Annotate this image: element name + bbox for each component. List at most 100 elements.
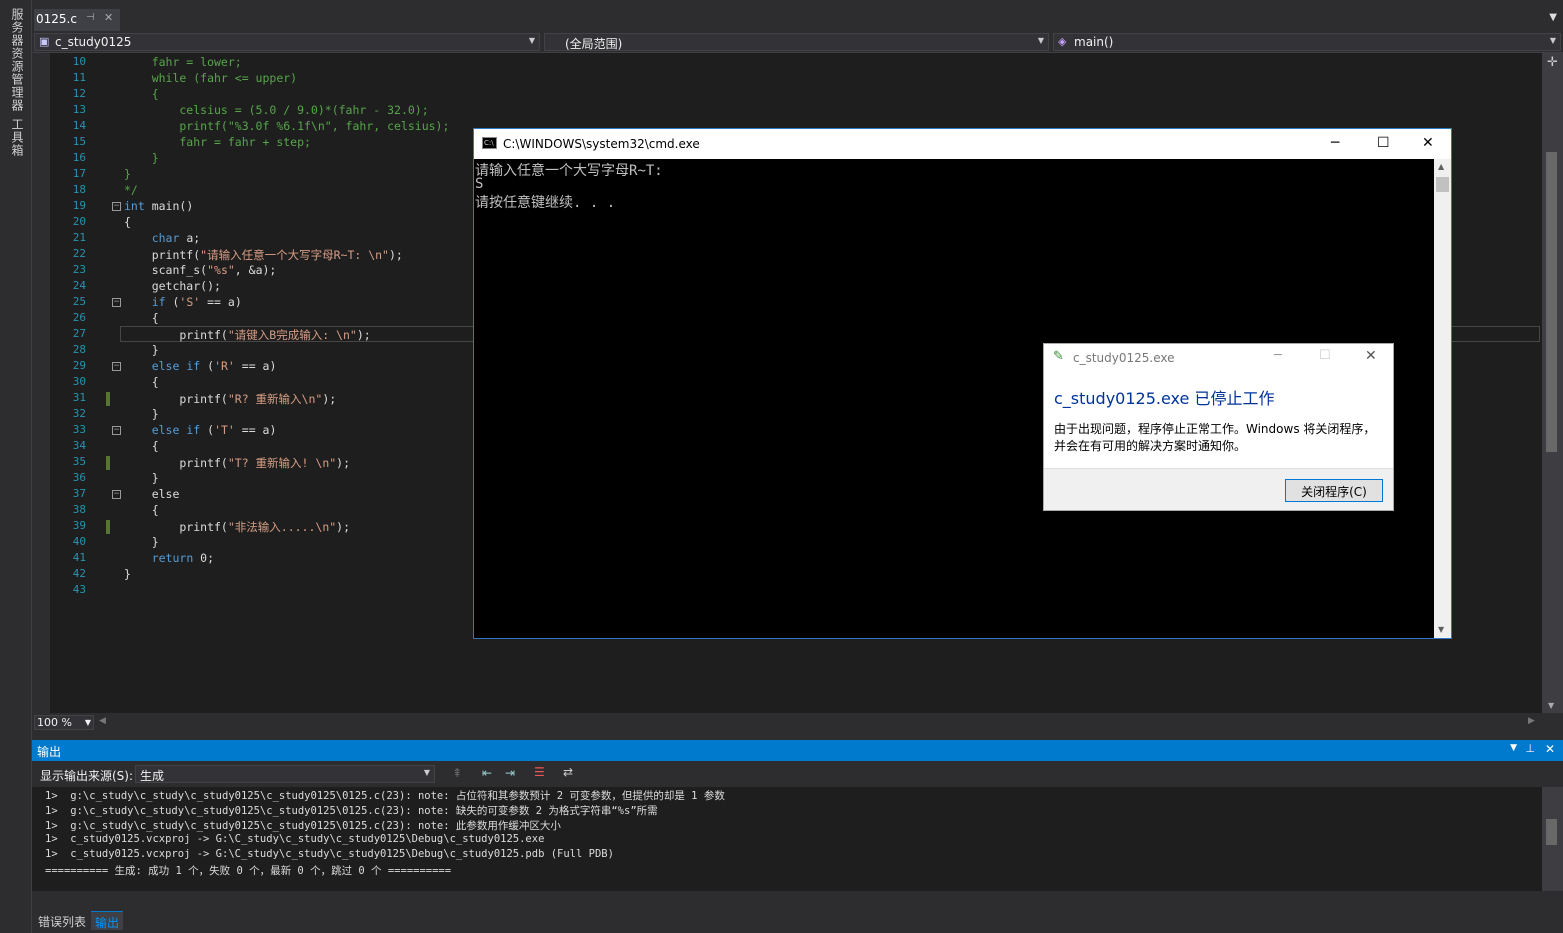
- maximize-icon[interactable]: ☐: [1377, 135, 1390, 151]
- minimize-icon[interactable]: ─: [1331, 135, 1339, 151]
- fold-toggle-icon[interactable]: −: [112, 490, 121, 499]
- dialog-title: c_study0125.exe: [1073, 351, 1175, 365]
- maximize-icon: ☐: [1319, 348, 1331, 363]
- fold-toggle-icon[interactable]: −: [112, 426, 121, 435]
- scroll-up-icon[interactable]: ▲: [1438, 162, 1444, 171]
- code-line: {: [124, 439, 159, 453]
- code-line: char a;: [151, 231, 201, 245]
- line-number: 35: [72, 455, 86, 468]
- navigation-bar: ▣ c_study0125 ▼ (全局范围) ▼ ◈ main() ▼: [32, 31, 1563, 53]
- panel-menu-icon[interactable]: ▼: [1510, 743, 1517, 753]
- change-marker: [106, 456, 110, 470]
- scope-combo[interactable]: (全局范围) ▼: [544, 33, 1049, 51]
- chevron-down-icon: ▼: [1549, 36, 1556, 45]
- server-explorer-tab[interactable]: 服务器资源管理器: [9, 8, 26, 112]
- prev-message-icon[interactable]: ⇤: [482, 766, 492, 780]
- console-scrollbar[interactable]: ▲ ▼: [1434, 159, 1451, 638]
- line-number: 20: [72, 215, 86, 228]
- code-line: fahr = fahr + step;: [124, 135, 311, 149]
- line-number: 30: [72, 375, 86, 388]
- output-source-label: 显示输出来源(S):: [40, 769, 134, 783]
- code-line: printf("非法输入.....\n");: [124, 520, 351, 534]
- scroll-right-icon[interactable]: ▶: [1528, 716, 1535, 726]
- close-icon[interactable]: ✕: [1422, 135, 1434, 151]
- code-line: */: [124, 183, 138, 197]
- output-vertical-scrollbar[interactable]: [1542, 787, 1563, 891]
- output-panel-title: 输出: [37, 745, 62, 759]
- code-line: printf("请键入B完成输入: \n");: [124, 328, 371, 342]
- code-line: fahr = lower;: [124, 55, 242, 69]
- chevron-down-icon: ▼: [1037, 36, 1044, 45]
- line-number: 17: [72, 167, 86, 180]
- code-line: }: [124, 471, 159, 485]
- pin-icon[interactable]: ⊥: [1525, 742, 1535, 755]
- split-icon[interactable]: ✛: [1547, 55, 1558, 70]
- output-scroll-thumb[interactable]: [1546, 819, 1557, 845]
- pin-icon[interactable]: ⊣: [86, 12, 95, 23]
- scroll-down-icon[interactable]: ▼: [1548, 701, 1554, 710]
- line-number: 43: [72, 583, 86, 596]
- scope-combo-value: (全局范围): [565, 37, 623, 51]
- line-number: 10: [72, 55, 86, 68]
- close-icon[interactable]: ✕: [1365, 348, 1377, 364]
- output-source-combo[interactable]: 生成 ▼: [135, 765, 435, 783]
- cmd-title-bar[interactable]: C:\ C:\WINDOWS\system32\cmd.exe ─ ☐ ✕: [474, 129, 1451, 159]
- clear-all-icon[interactable]: ☰: [534, 765, 545, 779]
- dialog-heading: c_study0125.exe 已停止工作: [1054, 389, 1275, 408]
- tab-output[interactable]: 输出: [91, 911, 124, 930]
- chevron-down-icon: ▼: [84, 718, 91, 727]
- code-line: return 0;: [151, 551, 215, 565]
- line-number: 21: [72, 231, 86, 244]
- output-source-value: 生成: [140, 769, 165, 783]
- next-message-icon[interactable]: ⇥: [505, 766, 515, 780]
- close-icon[interactable]: ✕: [1545, 742, 1555, 756]
- code-line: }: [124, 407, 159, 421]
- output-text-area[interactable]: 1> g:\c_study\c_study\c_study0125\c_stud…: [32, 787, 1542, 891]
- scroll-left-icon[interactable]: ◀: [99, 716, 106, 726]
- fold-toggle-icon[interactable]: −: [112, 362, 121, 371]
- output-line: ========== 生成: 成功 1 个，失败 0 个，最新 0 个，跳过 0…: [45, 865, 452, 877]
- zoom-combo[interactable]: 100 % ▼: [34, 715, 94, 730]
- word-wrap-icon[interactable]: ⇄: [563, 765, 573, 779]
- document-tab-row: 0125.c ⊣ ✕ ▼: [32, 0, 1563, 31]
- app-icon: ✎: [1053, 349, 1064, 364]
- method-icon: ◈: [1058, 35, 1067, 48]
- line-number: 16: [72, 151, 86, 164]
- zoom-value: 100 %: [37, 716, 72, 729]
- project-combo[interactable]: ▣ c_study0125 ▼: [34, 33, 540, 51]
- close-tab-icon[interactable]: ✕: [104, 11, 113, 24]
- code-line: }: [124, 343, 159, 357]
- find-message-icon[interactable]: ⇞: [452, 766, 462, 780]
- fold-toggle-icon[interactable]: −: [112, 298, 121, 307]
- line-number: 12: [72, 87, 86, 100]
- code-line: scanf_s("%s", &a);: [124, 263, 277, 277]
- console-scroll-thumb[interactable]: [1436, 177, 1449, 192]
- code-line: else if ('T' == a): [151, 423, 277, 437]
- line-number: 28: [72, 343, 86, 356]
- output-horizontal-scrollbar[interactable]: [32, 891, 1563, 908]
- project-icon: ▣: [39, 35, 50, 48]
- tab-dropdown-icon[interactable]: ▼: [1549, 12, 1557, 23]
- line-number: 26: [72, 311, 86, 324]
- line-number: 31: [72, 391, 86, 404]
- output-line: 1> g:\c_study\c_study\c_study0125\c_stud…: [45, 790, 725, 802]
- editor-scroll-thumb[interactable]: [1546, 152, 1557, 452]
- member-combo[interactable]: ◈ main() ▼: [1053, 33, 1561, 51]
- doc-tab-0125c[interactable]: 0125.c ⊣ ✕: [34, 9, 120, 31]
- change-marker: [106, 520, 110, 534]
- toolbox-tab[interactable]: 工具箱: [9, 118, 26, 157]
- close-program-button[interactable]: 关闭程序(C): [1285, 479, 1383, 502]
- minimize-icon[interactable]: ─: [1274, 348, 1282, 363]
- app-stopped-dialog[interactable]: ✎ c_study0125.exe ─ ☐ ✕ c_study0125.exe …: [1043, 343, 1394, 511]
- line-number: 36: [72, 471, 86, 484]
- code-line: printf("R? 重新输入\n");: [124, 392, 337, 406]
- bottom-tab-strip: 错误列表 输出: [32, 908, 1563, 933]
- fold-toggle-icon[interactable]: −: [112, 202, 121, 211]
- line-number: 37: [72, 487, 86, 500]
- line-number: 25: [72, 295, 86, 308]
- tab-error-list[interactable]: 错误列表: [34, 911, 90, 930]
- code-line: }: [124, 535, 159, 549]
- scroll-down-icon[interactable]: ▼: [1438, 625, 1444, 634]
- line-number: 34: [72, 439, 86, 452]
- line-number: 18: [72, 183, 86, 196]
